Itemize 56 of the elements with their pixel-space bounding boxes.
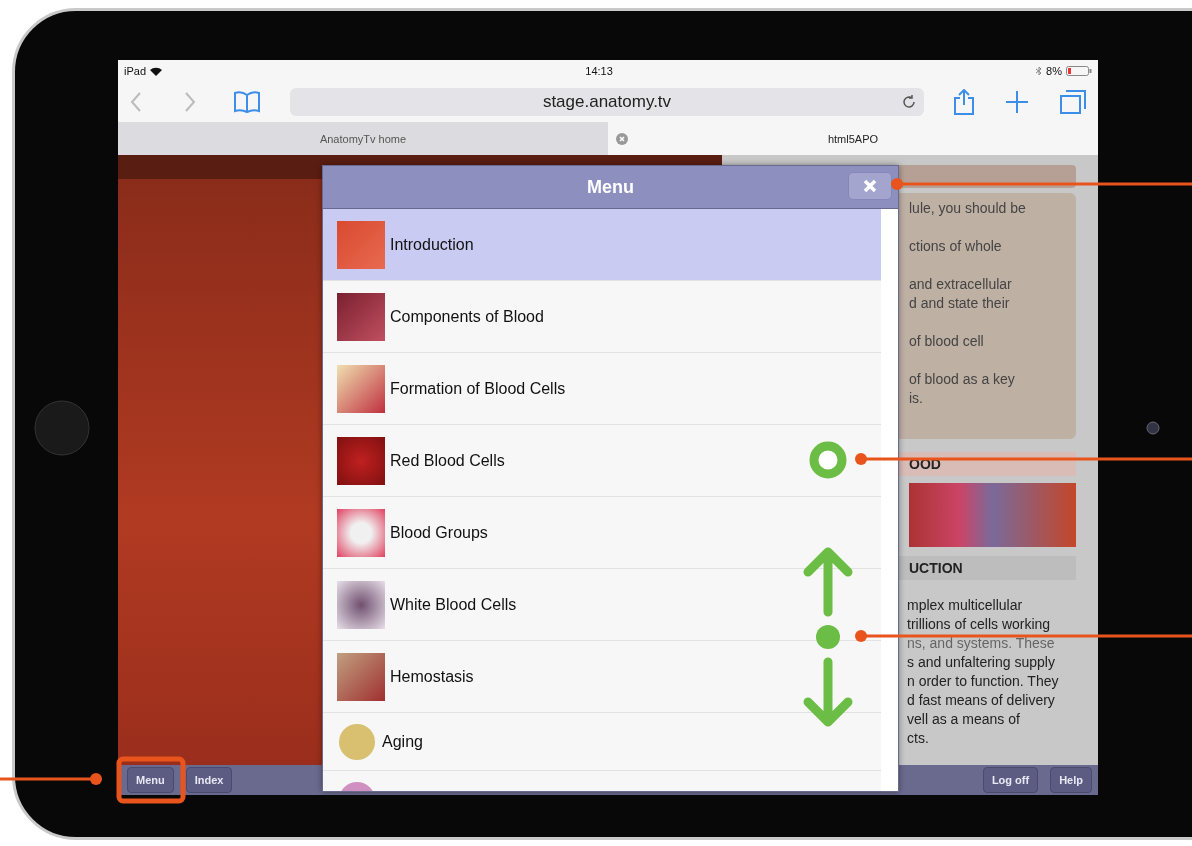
share-icon[interactable] xyxy=(954,89,974,115)
battery-percent: 8% xyxy=(1046,65,1062,77)
toolbar-button[interactable]: Log off xyxy=(982,767,1039,793)
dialog-title: Menu xyxy=(587,176,634,198)
home-button-drawing xyxy=(34,400,90,456)
paragraph-line: d fast means of delivery xyxy=(907,691,1056,710)
objective-text: of blood cell xyxy=(909,332,985,351)
paragraph-line: cts. xyxy=(907,729,930,748)
browser-tab[interactable]: AnatomyTv home xyxy=(118,122,608,155)
back-icon[interactable] xyxy=(130,92,142,112)
plus-icon[interactable] xyxy=(1006,91,1028,113)
wifi-icon xyxy=(150,66,163,76)
bookmarks-icon[interactable] xyxy=(234,91,260,113)
photo-placeholder xyxy=(337,652,385,701)
camera-drawing xyxy=(1146,421,1160,435)
menu-item[interactable]: Red Blood Cells xyxy=(323,425,881,497)
close-icon xyxy=(863,179,877,193)
objective-text: of blood as a key is. xyxy=(909,370,1016,408)
battery-icon xyxy=(1066,66,1092,76)
paragraph-line: ns, and systems. These xyxy=(907,634,1056,653)
objective-text: ctions of whole xyxy=(909,237,1003,256)
paragraph-line: s and unfaltering supply xyxy=(907,653,1056,672)
forward-icon[interactable] xyxy=(184,92,196,112)
objective-text: and extracellular d and state their xyxy=(909,275,1013,313)
close-button[interactable] xyxy=(848,172,892,200)
address-field[interactable]: stage.anatomy.tv xyxy=(290,88,924,116)
menu-item[interactable]: Components of Blood xyxy=(323,281,881,353)
tap-target-icon xyxy=(809,441,847,479)
toolbar-button[interactable]: Index xyxy=(185,767,233,793)
paragraph-line: vell as a means of xyxy=(907,710,1021,729)
objective-text: lule, you should be xyxy=(909,199,1027,218)
photo-placeholder xyxy=(337,220,385,269)
menu-item[interactable]: Hemostasis xyxy=(323,641,881,713)
paragraph-line: n order to function. They xyxy=(907,672,1060,691)
menu-item[interactable]: Blood Groups xyxy=(323,497,881,569)
paragraph-line: mplex multicellular xyxy=(907,596,1024,615)
status-time: 14:13 xyxy=(585,65,613,77)
circle-icon xyxy=(339,723,375,760)
menu-item[interactable]: Formation of Blood Cells xyxy=(323,353,881,425)
device-name: iPad xyxy=(124,65,147,77)
bluetooth-icon xyxy=(1036,66,1043,76)
tabs-icon[interactable] xyxy=(1060,90,1086,114)
photo-placeholder xyxy=(337,580,385,629)
reload-icon[interactable] xyxy=(902,95,916,109)
paragraph-line: trillions of cells working xyxy=(907,615,1052,634)
close-tab-icon[interactable] xyxy=(616,132,628,145)
menu-item[interactable]: White Blood Cells xyxy=(323,569,881,641)
menu-item[interactable]: Aging xyxy=(323,713,881,771)
highlight-frame xyxy=(116,756,186,804)
toolbar-button[interactable]: Help xyxy=(1050,767,1092,793)
menu-item[interactable]: Introduction xyxy=(323,209,881,281)
photo-placeholder xyxy=(337,436,385,485)
photo-placeholder xyxy=(337,292,385,341)
toolbar-button[interactable]: Menu xyxy=(127,767,174,793)
photo-placeholder xyxy=(337,508,385,557)
photo-placeholder xyxy=(337,364,385,413)
